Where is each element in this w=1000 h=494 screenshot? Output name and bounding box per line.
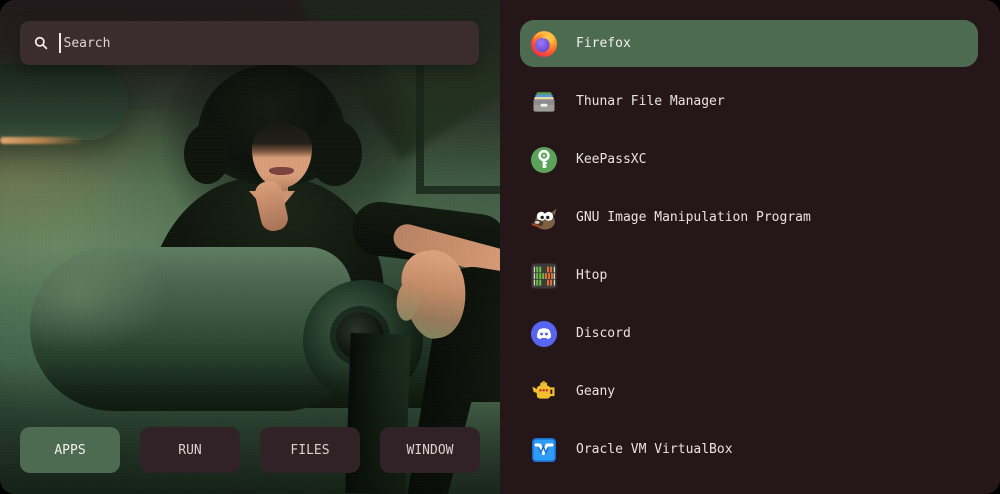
search-bar[interactable] bbox=[20, 21, 479, 65]
app-row-discord[interactable]: Discord bbox=[520, 310, 978, 357]
background-artwork bbox=[0, 0, 500, 494]
left-panel: APPS RUN FILES WINDOW bbox=[0, 0, 500, 494]
geany-icon bbox=[530, 378, 558, 406]
gimp-icon bbox=[530, 204, 558, 232]
firefox-icon bbox=[530, 30, 558, 58]
search-icon bbox=[33, 35, 49, 51]
mode-tab-window[interactable]: WINDOW bbox=[380, 427, 480, 473]
discord-icon bbox=[530, 320, 558, 348]
mode-tabs: APPS RUN FILES WINDOW bbox=[20, 427, 480, 473]
thunar-icon bbox=[530, 88, 558, 116]
mode-tab-run[interactable]: RUN bbox=[140, 427, 240, 473]
text-caret bbox=[59, 33, 61, 53]
app-list-panel: Firefox Thunar File Manager KeePassXC GN… bbox=[500, 0, 1000, 494]
app-row-geany[interactable]: Geany bbox=[520, 368, 978, 415]
app-row-gnu-image-manipulation-program[interactable]: GNU Image Manipulation Program bbox=[520, 194, 978, 241]
app-row-thunar-file-manager[interactable]: Thunar File Manager bbox=[520, 78, 978, 125]
mode-tab-files[interactable]: FILES bbox=[260, 427, 360, 473]
search-input[interactable] bbox=[64, 36, 467, 51]
app-row-oracle-vm-virtualbox[interactable]: Oracle VM VirtualBox bbox=[520, 426, 978, 473]
artwork-lamp bbox=[0, 64, 128, 140]
mode-tab-apps[interactable]: APPS bbox=[20, 427, 120, 473]
app-row-htop[interactable]: Htop bbox=[520, 252, 978, 299]
artwork-lamp-rim-light bbox=[0, 137, 84, 144]
app-row-keepassxc[interactable]: KeePassXC bbox=[520, 136, 978, 183]
app-launcher-window: APPS RUN FILES WINDOW Firefox Thunar Fil… bbox=[0, 0, 1000, 494]
keepassxc-icon bbox=[530, 146, 558, 174]
app-row-firefox[interactable]: Firefox bbox=[520, 20, 978, 67]
htop-icon bbox=[530, 262, 558, 290]
artwork-woman-lips bbox=[269, 167, 294, 175]
virtualbox-icon bbox=[530, 436, 558, 464]
